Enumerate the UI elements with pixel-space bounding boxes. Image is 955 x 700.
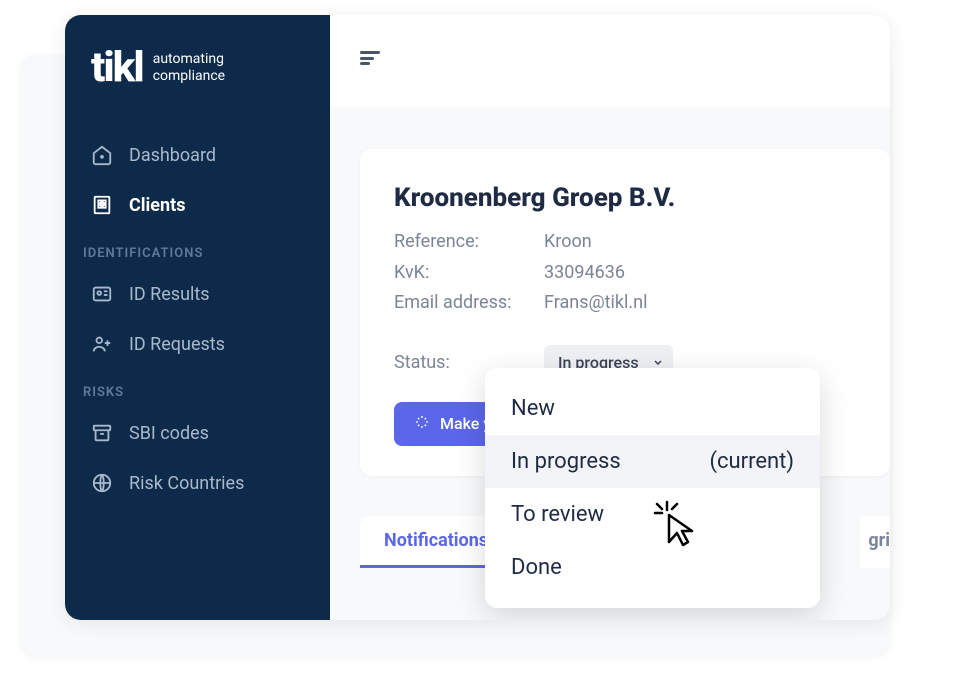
- client-field-reference: Reference: Kroon: [394, 227, 856, 258]
- field-value: Frans@tikl.nl: [544, 288, 647, 319]
- sidebar-item-id-requests[interactable]: ID Requests: [65, 319, 330, 369]
- sidebar-item-label: SBI codes: [129, 423, 209, 444]
- nav-heading-identifications: IDENTIFICATIONS: [65, 230, 330, 269]
- brand-mark: tikl: [91, 43, 143, 92]
- archive-icon: [91, 422, 113, 444]
- home-icon: [91, 144, 113, 166]
- sidebar-item-clients[interactable]: Clients: [65, 180, 330, 230]
- sidebar-item-sbi-codes[interactable]: SBI codes: [65, 408, 330, 458]
- globe-icon: [91, 472, 113, 494]
- building-icon: [91, 194, 113, 216]
- sidebar-item-label: Dashboard: [129, 145, 216, 166]
- option-label: Done: [511, 555, 562, 580]
- status-option-in-progress[interactable]: In progress (current): [485, 435, 820, 488]
- field-label: Email address:: [394, 288, 544, 319]
- status-option-new[interactable]: New: [485, 382, 820, 435]
- nav-primary: Dashboard Clients: [65, 122, 330, 230]
- field-value: Kroon: [544, 227, 592, 258]
- tab-partial[interactable]: gri: [860, 516, 890, 568]
- tab-label: gri: [868, 530, 890, 551]
- option-label: New: [511, 396, 555, 421]
- sidebar-item-dashboard[interactable]: Dashboard: [65, 130, 330, 180]
- brand-tagline: automating compliance: [153, 51, 225, 85]
- sidebar: tikl automating compliance Dashboard Cli…: [65, 15, 330, 620]
- client-field-email: Email address: Frans@tikl.nl: [394, 288, 856, 319]
- sidebar-item-label: Risk Countries: [129, 473, 244, 494]
- field-label: KvK:: [394, 258, 544, 289]
- main-content: Kroonenberg Groep B.V. Reference: Kroon …: [330, 15, 890, 620]
- nav-heading-risks: RISKS: [65, 369, 330, 408]
- brand-logo: tikl automating compliance: [65, 43, 330, 122]
- id-card-icon: [91, 283, 113, 305]
- field-value: 33094636: [544, 258, 625, 289]
- sidebar-item-id-results[interactable]: ID Results: [65, 269, 330, 319]
- tab-label: Notifications: [384, 530, 488, 551]
- status-option-done[interactable]: Done: [485, 541, 820, 594]
- sparkle-icon: [414, 414, 430, 434]
- user-plus-icon: [91, 333, 113, 355]
- sidebar-item-label: ID Requests: [129, 334, 225, 355]
- current-marker: (current): [709, 449, 794, 474]
- sidebar-item-label: ID Results: [129, 284, 210, 305]
- status-dropdown: New In progress (current) To review Done: [485, 368, 820, 608]
- client-field-kvk: KvK: 33094636: [394, 258, 856, 289]
- sidebar-item-label: Clients: [129, 195, 185, 216]
- topbar: [330, 15, 890, 107]
- app-window: tikl automating compliance Dashboard Cli…: [65, 15, 890, 620]
- sidebar-item-risk-countries[interactable]: Risk Countries: [65, 458, 330, 508]
- option-label: To review: [511, 502, 604, 527]
- status-option-to-review[interactable]: To review: [485, 488, 820, 541]
- client-name: Kroonenberg Groep B.V.: [394, 183, 856, 213]
- menu-toggle-icon[interactable]: [360, 51, 380, 65]
- field-label: Reference:: [394, 227, 544, 258]
- option-label: In progress: [511, 449, 621, 474]
